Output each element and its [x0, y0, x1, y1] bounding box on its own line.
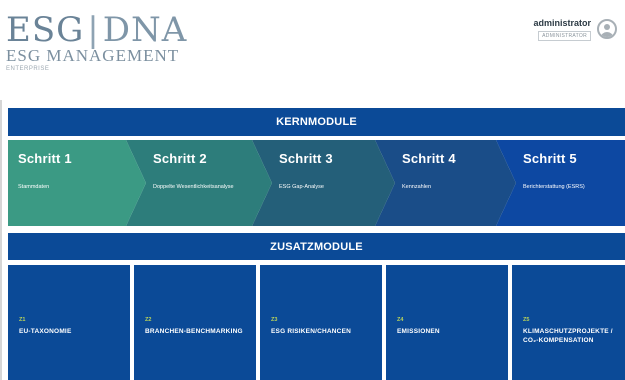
zusatzmodule-heading: ZUSATZMODULE [8, 233, 625, 260]
step-1-stammdaten[interactable]: Schritt 1 Stammdaten [8, 140, 146, 226]
edition-label: ENTERPRISE [6, 66, 50, 72]
user-avatar-icon[interactable] [597, 19, 617, 39]
step-title: Schritt 3 [279, 151, 333, 166]
step-title: Schritt 5 [523, 151, 577, 166]
module-branchen-benchmarking[interactable]: Z2 BRANCHEN-BENCHMARKING [134, 265, 256, 380]
module-number: Z4 [397, 317, 404, 323]
module-number: Z2 [145, 317, 152, 323]
logo-subtitle: ESG MANAGEMENT [6, 46, 180, 65]
logo-esg-text: ESG [6, 10, 85, 50]
step-title: Schritt 2 [153, 151, 207, 166]
kernmodule-steps: Schritt 1 Stammdaten Schritt 2 Doppelte … [8, 140, 625, 226]
module-esg-risiken-chancen[interactable]: Z3 ESG RISIKEN/CHANCEN [260, 265, 382, 380]
user-role-badge: ADMINISTRATOR [538, 30, 591, 41]
esgdna-logo[interactable]: ESG|DNA ESG MANAGEMENT ENTERPRISE [6, 2, 206, 80]
module-label: EU-TAXONOMIE [19, 328, 72, 335]
logo-separator: | [87, 10, 100, 50]
module-eu-taxonomie[interactable]: Z1 EU-TAXONOMIE [8, 265, 130, 380]
step-description: Kennzahlen [402, 184, 432, 190]
module-label: KLIMASCHUTZPROJEKTE / CO₂-KOMPENSATION [523, 328, 613, 344]
module-number: Z5 [523, 317, 530, 323]
app-header: ESG|DNA ESG MANAGEMENT ENTERPRISE admini… [0, 0, 625, 100]
logo-wordmark: ESG|DNA [6, 10, 187, 50]
step-description: Doppelte Wesentlichkeitsanalyse [153, 184, 234, 190]
user-name: administrator [533, 17, 591, 28]
zusatzmodule-tiles: Z1 EU-TAXONOMIE Z2 BRANCHEN-BENCHMARKING… [8, 265, 625, 380]
module-klimaschutzprojekte[interactable]: Z5 KLIMASCHUTZPROJEKTE / CO₂-KOMPENSATIO… [512, 265, 625, 380]
step-description: Stammdaten [18, 184, 50, 190]
step-description: ESG Gap-Analyse [279, 184, 324, 190]
module-number: Z3 [271, 317, 278, 323]
kernmodule-heading: KERNMODULE [8, 108, 625, 136]
user-info: administrator ADMINISTRATOR [533, 18, 591, 41]
step-title: Schritt 4 [402, 151, 456, 166]
step-title: Schritt 1 [18, 151, 72, 166]
user-menu[interactable]: administrator ADMINISTRATOR [533, 14, 617, 44]
step-4-kennzahlen[interactable]: Schritt 4 Kennzahlen [375, 140, 516, 226]
module-label: ESG RISIKEN/CHANCEN [271, 328, 352, 335]
left-edge-rule [0, 100, 2, 380]
step-2-wesentlichkeitsanalyse[interactable]: Schritt 2 Doppelte Wesentlichkeitsanalys… [126, 140, 272, 226]
module-number: Z1 [19, 317, 26, 323]
logo-dna-text: DNA [102, 10, 188, 50]
module-label: EMISSIONEN [397, 328, 440, 335]
module-emissionen[interactable]: Z4 EMISSIONEN [386, 265, 508, 380]
module-label: BRANCHEN-BENCHMARKING [145, 328, 243, 335]
step-description: Berichterstattung (ESRS) [523, 184, 585, 190]
step-3-gap-analyse[interactable]: Schritt 3 ESG Gap-Analyse [252, 140, 395, 226]
